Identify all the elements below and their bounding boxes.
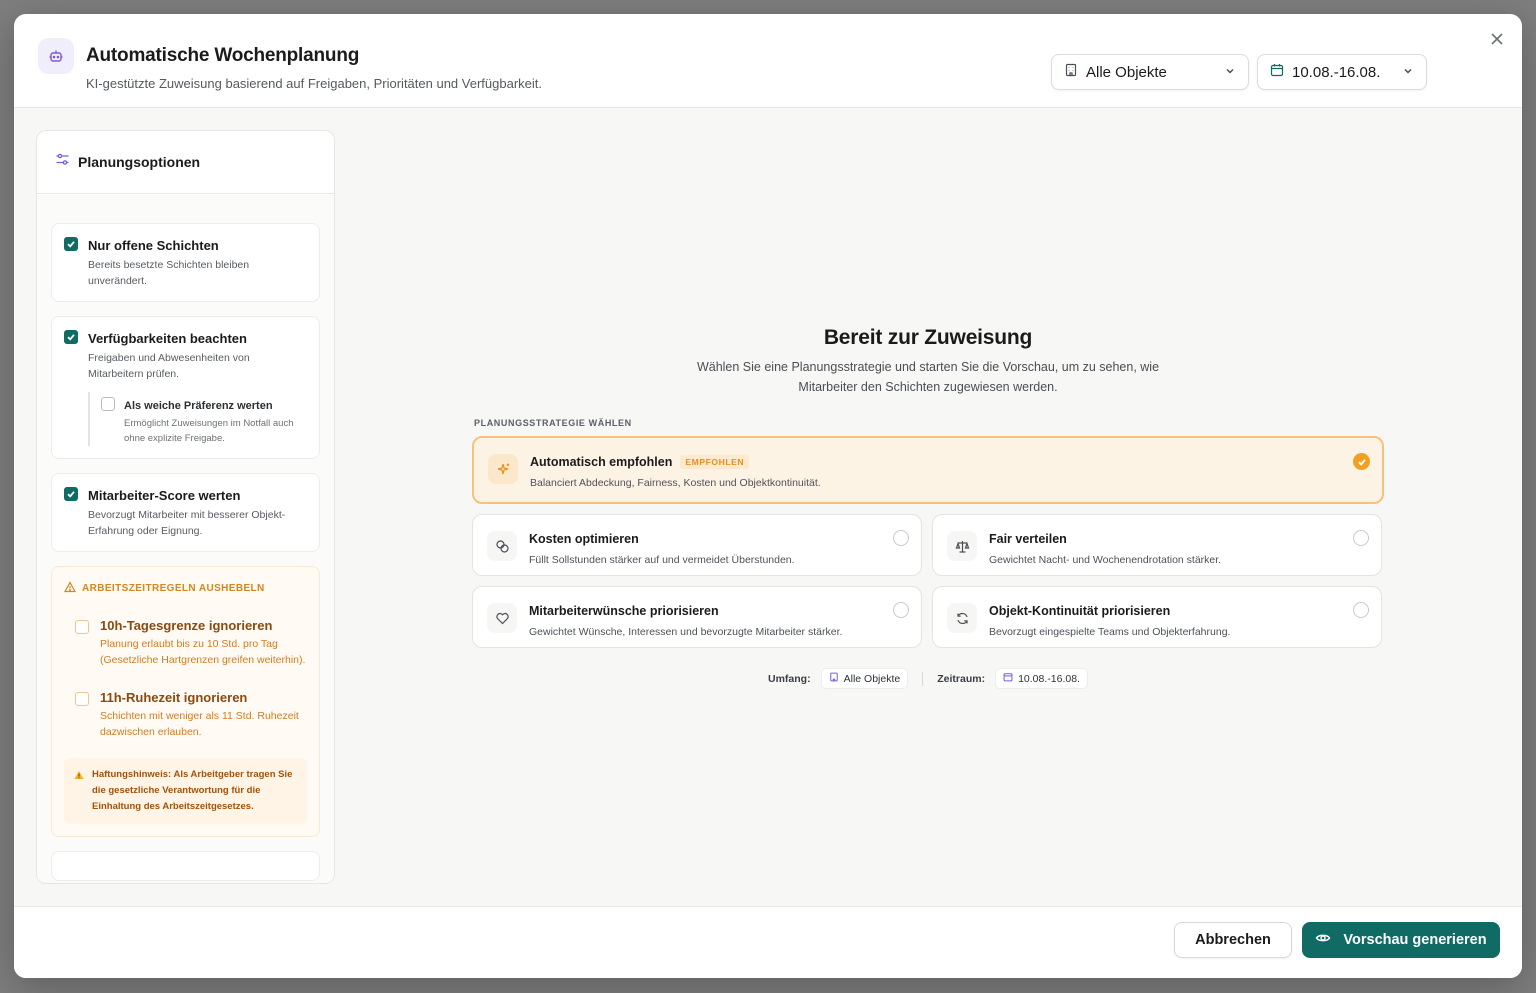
option-card-partial [51, 851, 320, 881]
refresh-icon [947, 603, 977, 633]
scale-icon [947, 531, 977, 561]
coins-icon [487, 531, 517, 561]
option-ignore-11h-rest[interactable]: 11h-Ruhezeit ignorieren Schichten mit we… [64, 690, 307, 740]
heart-icon [487, 603, 517, 633]
suboption-desc: Ermöglicht Zuweisungen im Notfall auch o… [124, 418, 294, 444]
check-circle-icon [1353, 453, 1370, 470]
warning-heading: ARBEITSZEITREGELN AUSHEBELN [63, 581, 307, 596]
checkbox-employee-score[interactable] [64, 487, 78, 501]
auto-planning-dialog: Automatische Wochenplanung KI-gestützte … [14, 14, 1522, 978]
generate-preview-label: Vorschau generieren [1343, 932, 1487, 948]
strategy-radio[interactable] [1353, 530, 1369, 546]
strategy-desc: Balanciert Abdeckung, Fairness, Kosten u… [530, 477, 821, 489]
planning-options-header: Planungsoptionen [37, 131, 334, 194]
strategy-title: Mitarbeiterwünsche priorisieren [529, 604, 719, 618]
option-desc: Bevorzugt Mitarbeiter mit besserer Objek… [88, 509, 286, 537]
generate-preview-button[interactable]: Vorschau generieren [1302, 922, 1500, 958]
divider [922, 671, 924, 686]
checkbox-availability[interactable] [64, 330, 78, 344]
strategy-radio[interactable] [893, 530, 909, 546]
strategy-title: Fair verteilen [989, 532, 1067, 546]
period-chip: 10.08.-16.08. [995, 668, 1088, 689]
robot-icon [38, 38, 74, 74]
strategy-desc: Gewichtet Nacht- und Wochenendrotation s… [989, 554, 1222, 566]
chevron-down-icon [1224, 64, 1236, 81]
suboption-soft-preference[interactable]: Als weiche Präferenz werten Ermöglicht Z… [88, 392, 307, 446]
option-desc: Schichten mit weniger als 11 Std. Ruheze… [100, 710, 299, 738]
option-ignore-10h-limit[interactable]: 10h-Tagesgrenze ignorieren Planung erlau… [64, 618, 307, 668]
dialog-header: Automatische Wochenplanung KI-gestützte … [14, 14, 1522, 108]
strategy-desc: Bevorzugt eingespielte Teams und Objekte… [989, 626, 1231, 638]
close-icon[interactable] [1486, 28, 1508, 50]
strategy-card-wishes[interactable]: Mitarbeiterwünsche priorisieren Gewichte… [472, 586, 922, 648]
selection-summary: Umfang: Alle Objekte Zeitraum: 10.08.-16… [472, 668, 1384, 689]
alert-triangle-icon [74, 770, 84, 786]
period-label: Zeitraum: [937, 672, 986, 685]
warning-icon [63, 581, 77, 596]
option-desc: Bereits besetzte Schichten bleiben unver… [88, 259, 250, 287]
ready-title: Bereit zur Zuweisung [823, 326, 1033, 349]
object-select[interactable]: Alle Objekte [1051, 54, 1249, 90]
dialog-footer: Abbrechen Vorschau generieren [14, 906, 1522, 978]
strategy-radio[interactable] [1353, 602, 1369, 618]
calendar-icon [1270, 63, 1284, 81]
scope-label: Umfang: [768, 672, 811, 685]
option-availability[interactable]: Verfügbarkeiten beachten Freigaben und A… [51, 316, 320, 459]
sliders-icon [55, 152, 70, 172]
building-icon [829, 672, 839, 685]
scope-chip: Alle Objekte [820, 668, 909, 689]
strategy-desc: Füllt Sollstunden stärker auf und vermei… [529, 554, 795, 566]
planning-options-title: Planungsoptionen [78, 154, 201, 170]
working-time-override-section: ARBEITSZEITREGELN AUSHEBELN 10h-Tagesgre… [51, 566, 320, 837]
dialog-body: Planungsoptionen Nur offene Schichten Be… [14, 108, 1522, 978]
suboption-title: Als weiche Präferenz werten [124, 400, 273, 412]
strategy-title: Objekt-Kontinuität priorisieren [989, 604, 1171, 618]
dialog-subtitle: KI-gestützte Zuweisung basierend auf Fre… [86, 76, 542, 91]
cancel-button[interactable]: Abbrechen [1174, 922, 1292, 958]
sparkles-icon [488, 454, 518, 484]
strategy-card-fair[interactable]: Fair verteilen Gewichtet Nacht- und Woch… [932, 514, 1382, 576]
calendar-icon [1003, 672, 1013, 685]
planning-options-list[interactable]: Nur offene Schichten Bereits besetzte Sc… [37, 195, 334, 883]
strategy-title: Kosten optimieren [529, 532, 639, 546]
checkbox-ignore-10h-limit[interactable] [75, 620, 89, 634]
option-title: Mitarbeiter-Score werten [88, 488, 241, 503]
strategy-title: Automatisch empfohlen EMPFOHLEN [530, 455, 750, 469]
ready-subtitle: Wählen Sie eine Planungsstrategie und st… [696, 360, 1160, 394]
planning-options-panel: Planungsoptionen Nur offene Schichten Be… [36, 130, 335, 884]
strategy-section-label: PLANUNGSSTRATEGIE WÄHLEN [474, 418, 632, 428]
date-range-select[interactable]: 10.08.-16.08. [1257, 54, 1427, 90]
option-title: Verfügbarkeiten beachten [88, 331, 247, 346]
object-select-value: Alle Objekte [1086, 63, 1167, 81]
liability-notice: Haftungshinweis: Als Arbeitgeber tragen … [64, 758, 307, 824]
building-icon [1064, 63, 1078, 81]
dialog-title: Automatische Wochenplanung [86, 45, 360, 66]
checkbox-ignore-11h-rest[interactable] [75, 692, 89, 706]
option-desc: Planung erlaubt bis zu 10 Std. pro Tag (… [100, 638, 306, 666]
strategy-card-continuity[interactable]: Objekt-Kontinuität priorisieren Bevorzug… [932, 586, 1382, 648]
chevron-down-icon [1402, 64, 1414, 81]
option-desc: Freigaben und Abwesenheiten von Mitarbei… [88, 352, 250, 380]
strategy-card-costs[interactable]: Kosten optimieren Füllt Sollstunden stär… [472, 514, 922, 576]
checkbox-soft-preference[interactable] [101, 397, 115, 411]
option-title: 11h-Ruhezeit ignorieren [100, 690, 248, 705]
option-employee-score[interactable]: Mitarbeiter-Score werten Bevorzugt Mitar… [51, 473, 320, 552]
recommended-badge: EMPFOHLEN [680, 455, 750, 469]
eye-icon [1315, 930, 1331, 950]
date-range-value: 10.08.-16.08. [1292, 63, 1381, 81]
checkbox-open-shifts[interactable] [64, 237, 78, 251]
strategy-card-recommended[interactable]: Automatisch empfohlen EMPFOHLEN Balancier… [472, 436, 1384, 504]
strategy-radio[interactable] [893, 602, 909, 618]
strategy-desc: Gewichtet Wünsche, Interessen und bevorz… [529, 626, 843, 638]
option-title: Nur offene Schichten [88, 238, 219, 253]
option-title: 10h-Tagesgrenze ignorieren [100, 618, 273, 633]
option-open-shifts[interactable]: Nur offene Schichten Bereits besetzte Sc… [51, 223, 320, 302]
